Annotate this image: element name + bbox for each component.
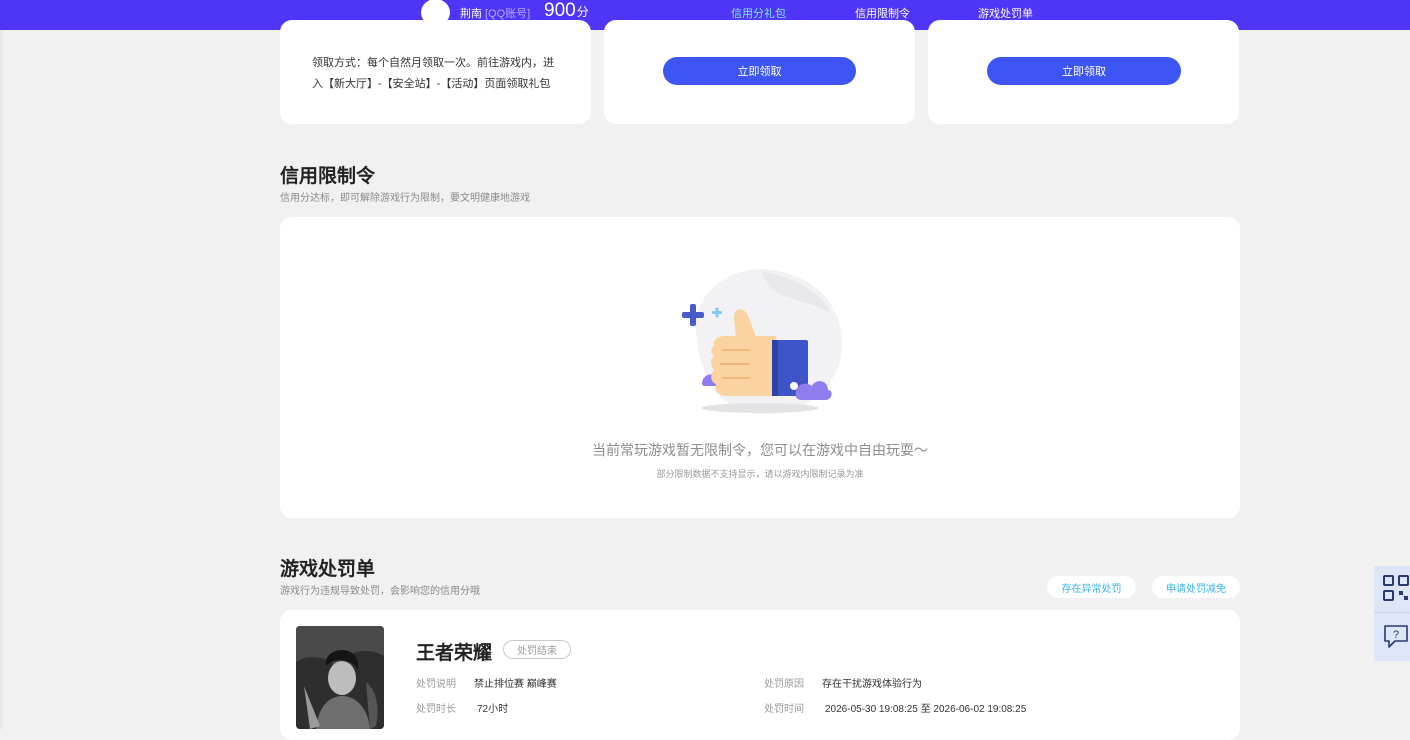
game-hero-artwork <box>296 626 384 729</box>
tab-credit-restriction[interactable]: 信用限制令 <box>855 5 910 21</box>
penalty-duration-label: 处罚时长 <box>416 704 456 715</box>
restriction-subtitle: 信用分达标，即可解除游戏行为限制，要文明健康地游戏 <box>280 193 530 204</box>
plus-icon <box>690 304 696 326</box>
thumb-icon <box>772 340 778 396</box>
qr-code-icon[interactable] <box>1383 575 1409 603</box>
feedback-help-icon[interactable]: ? <box>1383 624 1409 650</box>
penalty-game-name: 王者荣耀 <box>416 643 493 664</box>
abnormal-penalty-button[interactable]: 存在异常处罚 <box>1047 576 1136 598</box>
penalty-desc-value: 禁止排位赛 巅峰赛 <box>474 679 557 690</box>
left-edge-strip <box>0 30 3 729</box>
illustration-shadow <box>702 403 818 413</box>
appeal-penalty-button[interactable]: 申请处罚减免 <box>1152 576 1240 598</box>
tab-credit-gift[interactable]: 信用分礼包 <box>731 5 786 21</box>
penalty-time-label: 处罚时间 <box>764 704 804 715</box>
penalty-subtitle: 游戏行为违规导致处罚，会影响您的信用分哦 <box>280 586 480 597</box>
empty-restriction-note: 部分限制数据不支持显示，请以游戏内限制记录为准 <box>656 469 864 479</box>
restriction-title: 信用限制令 <box>280 166 376 187</box>
credit-score-unit: 分 <box>576 5 589 19</box>
claim-button[interactable]: 立即领取 <box>987 57 1181 85</box>
widget-divider <box>1374 612 1410 613</box>
claim-button[interactable]: 立即领取 <box>663 57 856 85</box>
penalty-duration-value: 72小时 <box>477 704 509 715</box>
penalty-time-value: 2026-05-30 19:08:25 至 2026-06-02 19:08:2… <box>825 704 1027 715</box>
game-cover-image <box>296 626 384 729</box>
svg-text:?: ? <box>1393 629 1399 641</box>
side-float-widget: ? <box>1374 566 1410 661</box>
penalty-reason-value: 存在干扰游戏体验行为 <box>822 679 922 690</box>
sparkle-icon <box>715 307 719 318</box>
thumbs-up-illustration <box>682 269 843 415</box>
status-badge: 处罚结束 <box>503 640 571 659</box>
account-type: [QQ账号] <box>485 8 531 20</box>
tab-game-penalty[interactable]: 游戏处罚单 <box>978 5 1033 21</box>
claim-method-note: 领取方式：每个自然月领取一次。前往游戏内，进入【新大厅】-【安全站】-【活动】页… <box>312 57 554 90</box>
penalty-title: 游戏处罚单 <box>280 559 376 580</box>
user-info: 荆南 [QQ账号] <box>460 5 530 21</box>
penalty-reason-label: 处罚原因 <box>764 679 804 690</box>
empty-restriction-message: 当前常玩游戏暂无限制令，您可以在游戏中自由玩耍～ <box>592 442 928 458</box>
user-name: 荆南 <box>460 8 482 20</box>
credit-score-value: 900 <box>544 0 576 21</box>
penalty-desc-label: 处罚说明 <box>416 679 456 690</box>
